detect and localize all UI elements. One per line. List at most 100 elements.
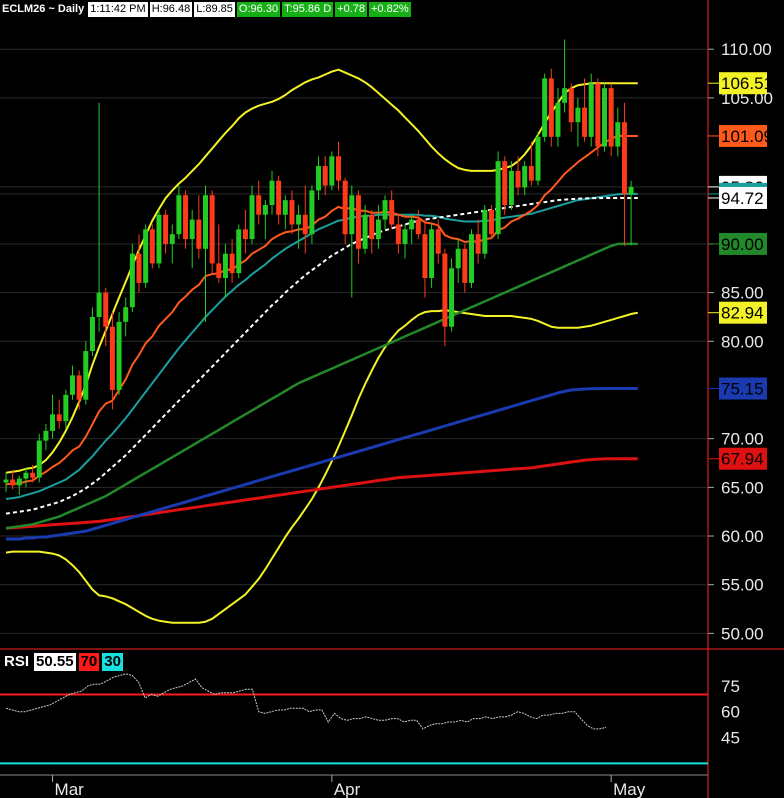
candle-body <box>555 102 561 137</box>
candle-body <box>349 195 355 235</box>
candle-body <box>229 253 235 274</box>
candle-body <box>269 180 275 205</box>
price-tick-label: 65.00 <box>721 478 764 497</box>
candle-body <box>10 479 16 486</box>
candle-body <box>322 166 328 186</box>
candle-body <box>342 180 348 235</box>
time-tick-label: May <box>613 780 646 798</box>
candle-body <box>136 253 142 283</box>
candle-body <box>169 234 175 244</box>
candle-body <box>528 166 534 181</box>
candle-body <box>355 195 361 249</box>
candle-body <box>495 161 501 235</box>
candle-body <box>595 83 601 147</box>
candle-body <box>116 321 122 390</box>
price-tick-label: 70.00 <box>721 430 764 449</box>
candle-body <box>389 200 395 225</box>
price-tick-label: 60.00 <box>721 527 764 546</box>
candle-body <box>502 161 508 205</box>
candle-body <box>296 214 302 225</box>
price-tick-label: 50.00 <box>721 624 764 643</box>
candle-body <box>429 229 435 279</box>
candle-body <box>3 479 9 483</box>
candle-body <box>89 316 95 352</box>
candle-body <box>482 209 488 254</box>
candle-body <box>582 107 588 137</box>
candle-body <box>56 414 62 422</box>
price-tick-label: 110.00 <box>721 40 772 59</box>
candle-body <box>176 195 182 235</box>
candle-body <box>249 195 255 240</box>
price-tick-label: 80.00 <box>721 332 764 351</box>
candle-body <box>143 229 149 283</box>
candle-body <box>628 186 634 195</box>
candle-body <box>602 88 607 147</box>
candle-body <box>562 88 568 103</box>
candle-body <box>96 292 102 317</box>
candle-body <box>129 253 135 308</box>
candle-body <box>236 229 242 274</box>
candle-body <box>455 248 461 269</box>
rsi-line <box>5 673 607 730</box>
candle-body <box>435 229 441 254</box>
candle-body <box>256 195 262 215</box>
series-line-sma-green <box>5 242 638 530</box>
price-tag-label: 82.94 <box>721 304 764 323</box>
candle-body <box>262 204 268 215</box>
candle-body <box>462 248 468 283</box>
candle-body <box>209 195 215 264</box>
candle-body <box>395 224 401 244</box>
candle-body <box>276 180 282 215</box>
price-tag-label: 90.00 <box>721 235 764 254</box>
candle-body <box>203 195 208 249</box>
price-chart[interactable]: 110.00105.0090.0085.0080.0070.0065.0060.… <box>0 0 784 798</box>
candle-body <box>289 200 295 225</box>
candle-body <box>402 229 408 244</box>
candle-body <box>508 170 514 205</box>
candle-body <box>76 375 82 400</box>
candle-body <box>123 307 129 322</box>
rsi-tick-label: 60 <box>721 703 740 722</box>
candle-body <box>309 190 315 235</box>
price-tick-label: 85.00 <box>721 284 764 303</box>
price-tick-label: 55.00 <box>721 576 764 595</box>
candle-body <box>222 253 228 279</box>
candle-body <box>163 214 169 244</box>
candle-body <box>542 78 548 137</box>
candle-body <box>442 253 448 327</box>
candle-body <box>23 472 29 479</box>
price-tag-label: 101.09 <box>721 127 773 146</box>
price-tag-label: 94.72 <box>721 189 764 208</box>
price-tag-label: 75.15 <box>721 380 764 399</box>
candle-body <box>70 375 75 395</box>
candle-body <box>588 83 594 137</box>
candle-body <box>196 219 202 249</box>
candle-body <box>16 478 22 486</box>
candle-body <box>316 166 322 191</box>
series-line-sma-red <box>5 457 638 530</box>
candle-body <box>522 166 528 188</box>
candle-body <box>422 234 428 279</box>
time-tick-label: Apr <box>334 780 361 798</box>
price-tag-label: 106.51 <box>721 74 773 93</box>
candle-body <box>469 234 474 283</box>
candle-body <box>302 214 308 235</box>
candle-body <box>575 107 581 123</box>
candle-body <box>83 351 89 400</box>
candle-body <box>183 195 189 240</box>
candle-body <box>156 214 162 264</box>
candle-body <box>409 219 415 230</box>
candle-body <box>362 214 368 249</box>
candle-body <box>329 156 335 186</box>
candle-body <box>50 414 56 431</box>
rsi-tick-label: 45 <box>721 729 740 748</box>
time-tick-label: Mar <box>55 780 85 798</box>
candle-body <box>189 219 195 240</box>
candle-body <box>216 263 222 279</box>
candle-body <box>375 219 381 240</box>
candle-body <box>382 200 388 220</box>
series-line-ema-mid <box>5 192 638 500</box>
candle-body <box>488 209 494 235</box>
candle-body <box>103 292 109 327</box>
candle-body <box>548 78 554 137</box>
